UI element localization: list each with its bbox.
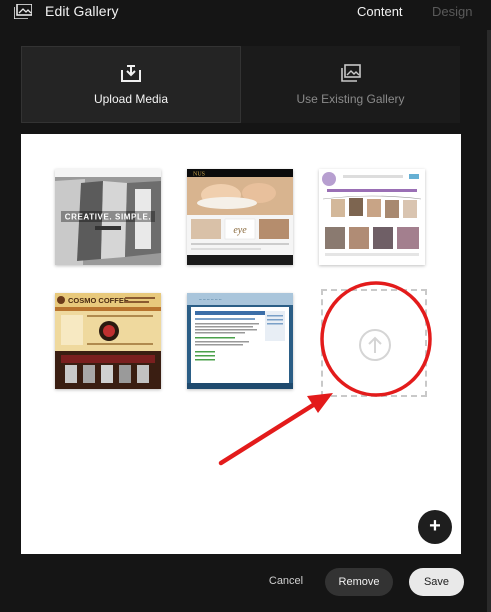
media-panel: CREATIVE. SIMPLE. NUS eye COSMO COFFEE ~… [21, 134, 461, 554]
thumbnail-blue-site[interactable]: ~ ~ ~ ~ ~ ~ [187, 293, 293, 389]
scrollbar[interactable] [487, 30, 491, 612]
cancel-button[interactable]: Cancel [262, 569, 310, 593]
thumbnail-cosmo-coffee[interactable]: COSMO COFFEE [55, 293, 161, 389]
thumbnail-cosmo-coffee-image: COSMO COFFEE [55, 293, 161, 389]
thumbnail-photo-site-image [319, 169, 425, 265]
thumbnail-spa-image: NUS eye [187, 169, 293, 265]
thumbnail-spa[interactable]: NUS eye [187, 169, 293, 265]
page-title: Edit Gallery [45, 3, 119, 19]
svg-text:NUS: NUS [193, 172, 205, 178]
thumbnail-photo-site[interactable] [319, 169, 425, 265]
save-button[interactable]: Save [409, 568, 464, 596]
tab-design[interactable]: Design [432, 4, 472, 19]
thumbnail-bydi-image: CREATIVE. SIMPLE. [55, 169, 161, 265]
plus-icon: + [429, 515, 441, 537]
thumbnail-bydi-caption: CREATIVE. SIMPLE. [65, 213, 152, 222]
use-existing-gallery-label: Use Existing Gallery [296, 91, 405, 106]
upload-media-label: Upload Media [93, 91, 169, 106]
gallery-icon [14, 4, 32, 19]
svg-text:~ ~ ~ ~ ~ ~: ~ ~ ~ ~ ~ ~ [199, 298, 222, 303]
thumbnail-cosmo-coffee-caption: COSMO COFFEE [68, 296, 129, 305]
upload-tray-icon [121, 64, 141, 82]
gallery-images-icon [340, 63, 361, 82]
upload-media-tab[interactable]: Upload Media [21, 46, 241, 123]
top-bar: Edit Gallery Content Design [0, 0, 491, 24]
upload-dropzone[interactable] [321, 289, 427, 397]
thumbnail-spa-caption: eye [233, 225, 247, 236]
use-existing-gallery-tab[interactable]: Use Existing Gallery [241, 46, 460, 123]
add-media-button[interactable]: + [418, 510, 452, 544]
tab-content[interactable]: Content [357, 4, 403, 19]
thumbnail-bydi[interactable]: CREATIVE. SIMPLE. [55, 169, 161, 265]
thumbnail-blue-site-image: ~ ~ ~ ~ ~ ~ [187, 293, 293, 389]
upload-arrow-icon [359, 329, 391, 361]
remove-button[interactable]: Remove [325, 568, 393, 596]
